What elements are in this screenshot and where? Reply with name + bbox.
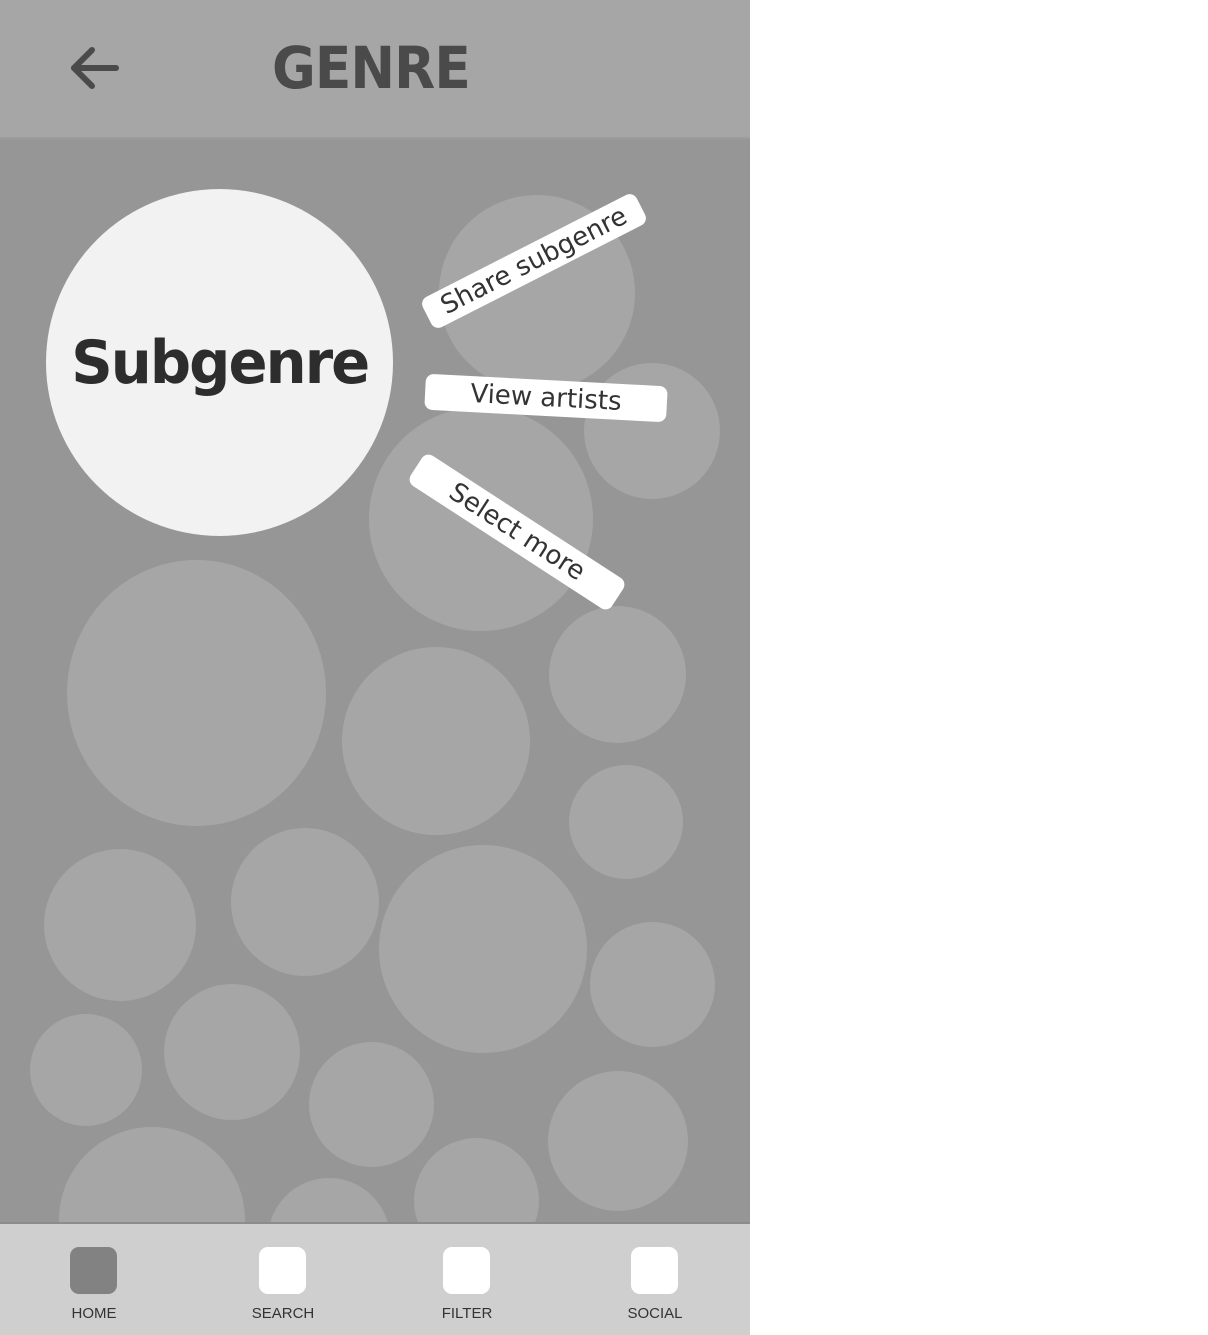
- top-app-bar: GENRE: [0, 0, 750, 139]
- genre-bubble[interactable]: [44, 849, 196, 1001]
- genre-bubble[interactable]: [379, 845, 587, 1053]
- filter-icon: [443, 1247, 490, 1294]
- genre-screen: Subgenre Share subgenre View artists Sel…: [0, 0, 750, 1335]
- nav-label-social: SOCIAL: [627, 1305, 683, 1322]
- page-title: GENRE: [272, 34, 471, 102]
- nav-item-home[interactable]: HOME: [34, 1224, 154, 1335]
- nav-label-home: HOME: [71, 1305, 117, 1322]
- genre-bubble[interactable]: [569, 765, 683, 879]
- genre-bubble[interactable]: [548, 1071, 688, 1211]
- genre-bubble[interactable]: [342, 647, 530, 835]
- arrow-left-icon: [71, 47, 119, 89]
- view-artists-label: View artists: [469, 379, 623, 417]
- nav-item-filter[interactable]: FILTER: [407, 1224, 527, 1335]
- genre-bubble[interactable]: [231, 828, 379, 976]
- nav-item-search[interactable]: SEARCH: [223, 1224, 343, 1335]
- nav-label-filter: FILTER: [441, 1305, 493, 1322]
- search-icon: [259, 1247, 306, 1294]
- selected-subgenre-bubble[interactable]: Subgenre: [46, 189, 393, 536]
- nav-label-search: SEARCH: [251, 1305, 315, 1322]
- genre-bubble[interactable]: [590, 922, 715, 1047]
- subgenre-label: Subgenre: [70, 327, 370, 398]
- genre-bubble[interactable]: [30, 1014, 142, 1126]
- genre-bubble[interactable]: [549, 606, 686, 743]
- genre-bubble[interactable]: [67, 560, 326, 826]
- home-icon: [70, 1247, 117, 1294]
- nav-item-social[interactable]: SOCIAL: [595, 1224, 715, 1335]
- genre-bubble[interactable]: [309, 1042, 434, 1167]
- bottom-nav-bar: HOME SEARCH FILTER SOCIAL: [0, 1222, 750, 1335]
- social-icon: [631, 1247, 678, 1294]
- genre-bubble[interactable]: [164, 984, 300, 1120]
- back-button[interactable]: [62, 38, 126, 98]
